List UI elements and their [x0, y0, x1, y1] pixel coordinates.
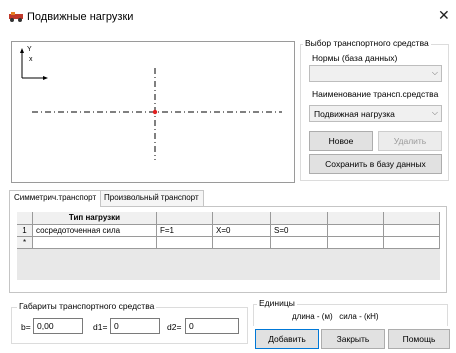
grid-cell[interactable] — [328, 237, 384, 249]
new-row-header[interactable]: * — [17, 237, 33, 249]
chevron-down-icon: ⌵ — [431, 68, 438, 77]
column-header[interactable] — [157, 212, 213, 225]
vehicle-name-label: Наименование трансп.средства — [312, 89, 439, 99]
save-to-database-button[interactable]: Сохранить в базу данных — [309, 154, 442, 174]
close-icon[interactable]: ✕ — [438, 7, 450, 24]
column-header[interactable] — [271, 212, 328, 225]
norms-dropdown[interactable]: ⌵ — [309, 65, 442, 82]
load-type-cell[interactable]: сосредоточенная сила — [33, 225, 157, 237]
grid-cell[interactable] — [384, 225, 440, 237]
app-icon — [9, 12, 23, 22]
x-axis-arrow-icon — [43, 76, 48, 80]
help-button[interactable]: Помощь — [388, 329, 450, 349]
vehicle-name-value: Подвижная нагрузка — [314, 109, 395, 119]
window-title: Подвижные нагрузки — [27, 11, 134, 23]
load-grid[interactable]: Тип нагрузки 1 сосредоточенная сила F=1 … — [17, 212, 440, 280]
grid-cell[interactable] — [33, 237, 157, 249]
grid-cell[interactable] — [157, 237, 213, 249]
y-axis-label: Y — [27, 46, 32, 53]
d1-label: d1= — [93, 322, 108, 332]
chevron-down-icon: ⌵ — [431, 108, 438, 117]
grid-cell[interactable] — [213, 237, 271, 249]
tab-symmetric-transport[interactable]: Симметрич.транспорт — [9, 190, 102, 207]
norms-label: Нормы (база данных) — [312, 53, 398, 63]
column-header[interactable] — [328, 212, 384, 225]
x-axis-label: X — [29, 56, 33, 63]
new-button[interactable]: Новое — [309, 131, 373, 151]
d2-label: d2= — [167, 322, 182, 332]
b-input[interactable]: 0,00 — [33, 318, 83, 334]
d2-input[interactable]: 0 — [185, 318, 239, 334]
vehicle-group-title: Выбор транспортного средства — [303, 38, 431, 48]
units-group-title: Единицы — [257, 298, 297, 308]
b-label: b= — [21, 322, 31, 332]
preview-canvas[interactable]: Y X — [11, 41, 295, 183]
grid-cell[interactable]: S=0 — [271, 225, 328, 237]
dimensions-group-title: Габариты транспортного средства — [17, 301, 157, 311]
delete-button[interactable]: Удалить — [378, 131, 442, 151]
column-header-load-type[interactable]: Тип нагрузки — [33, 212, 157, 225]
grid-cell[interactable]: X=0 — [213, 225, 271, 237]
grid-cell[interactable] — [271, 237, 328, 249]
vehicle-name-dropdown[interactable]: Подвижная нагрузка ⌵ — [309, 105, 442, 122]
column-header[interactable] — [213, 212, 271, 225]
close-button[interactable]: Закрыть — [321, 329, 385, 349]
column-header[interactable] — [384, 212, 440, 225]
title-bar: Подвижные нагрузки ✕ — [0, 0, 456, 34]
row-header[interactable]: 1 — [17, 225, 33, 237]
grid-cell[interactable] — [328, 225, 384, 237]
grid-corner — [17, 212, 33, 225]
load-point-marker — [152, 109, 158, 115]
d1-input[interactable]: 0 — [110, 318, 160, 334]
units-text: длина - (м) сила - (кН) — [292, 312, 379, 321]
grid-cell[interactable]: F=1 — [157, 225, 213, 237]
tab-arbitrary-transport[interactable]: Произвольный транспорт — [99, 190, 204, 206]
add-button[interactable]: Добавить — [255, 329, 319, 349]
preview-drawing — [20, 48, 282, 160]
y-axis-arrow-icon — [20, 48, 24, 53]
grid-cell[interactable] — [384, 237, 440, 249]
